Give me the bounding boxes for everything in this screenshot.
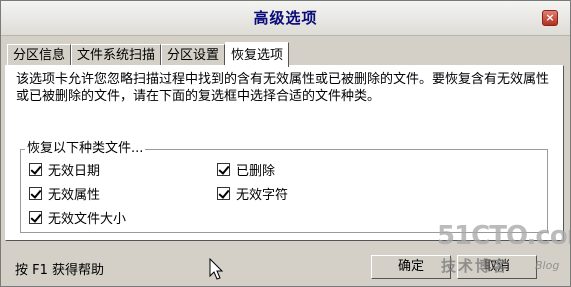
option-deleted[interactable]: 已删除 [217, 160, 276, 179]
checkbox-invalid-file-size[interactable] [29, 210, 42, 224]
dialog-title: 高级选项 [253, 9, 318, 27]
checkbox-invalid-characters[interactable] [217, 186, 230, 200]
watermark-logo: 51CTO.com [437, 221, 570, 251]
watermark-blog: Blog [535, 259, 560, 272]
tab-filesystem-scan[interactable]: 文件系统扫描 [71, 44, 162, 66]
advanced-options-dialog: 高级选项 × 分区信息 文件系统扫描 分区设置 恢复选项 该选项卡允许您忽略扫描… [0, 0, 571, 287]
mouse-pointer-icon [209, 258, 224, 280]
recovery-options-panel: 该选项卡允许您忽略扫描过程中找到的含有无效属性或已被删除的文件。要恢复含有无效属… [5, 65, 564, 241]
option-invalid-file-size[interactable]: 无效文件大小 [29, 208, 127, 227]
option-invalid-characters[interactable]: 无效字符 [217, 184, 289, 203]
tab-recovery-options[interactable]: 恢复选项 [225, 42, 290, 67]
ok-button[interactable]: 确定 [371, 255, 451, 279]
title-bar: 高级选项 × [1, 1, 570, 36]
option-label: 已删除 [236, 163, 276, 179]
checkbox-invalid-attributes[interactable] [29, 186, 42, 200]
close-icon: × [545, 11, 555, 24]
option-label: 无效字符 [236, 187, 289, 203]
tab-partition-info[interactable]: 分区信息 [7, 44, 72, 66]
checkbox-deleted[interactable] [217, 162, 230, 176]
checkbox-invalid-date[interactable] [29, 162, 42, 176]
close-button[interactable]: × [542, 10, 558, 26]
option-label: 无效属性 [48, 187, 101, 203]
tab-partition-settings[interactable]: 分区设置 [161, 44, 226, 66]
option-label: 无效日期 [48, 163, 101, 179]
panel-description: 该选项卡允许您忽略扫描过程中找到的含有无效属性或已被删除的文件。要恢复含有无效属… [16, 72, 550, 104]
help-hint: 按 F1 获得帮助 [15, 263, 105, 278]
watermark-subtitle: 技术博客 [441, 257, 510, 275]
option-invalid-date[interactable]: 无效日期 [29, 160, 101, 179]
group-label: 恢复以下种类文件... [25, 141, 146, 157]
option-label: 无效文件大小 [48, 211, 127, 227]
tab-strip: 分区信息 文件系统扫描 分区设置 恢复选项 [7, 42, 290, 67]
option-invalid-attributes[interactable]: 无效属性 [29, 184, 101, 203]
